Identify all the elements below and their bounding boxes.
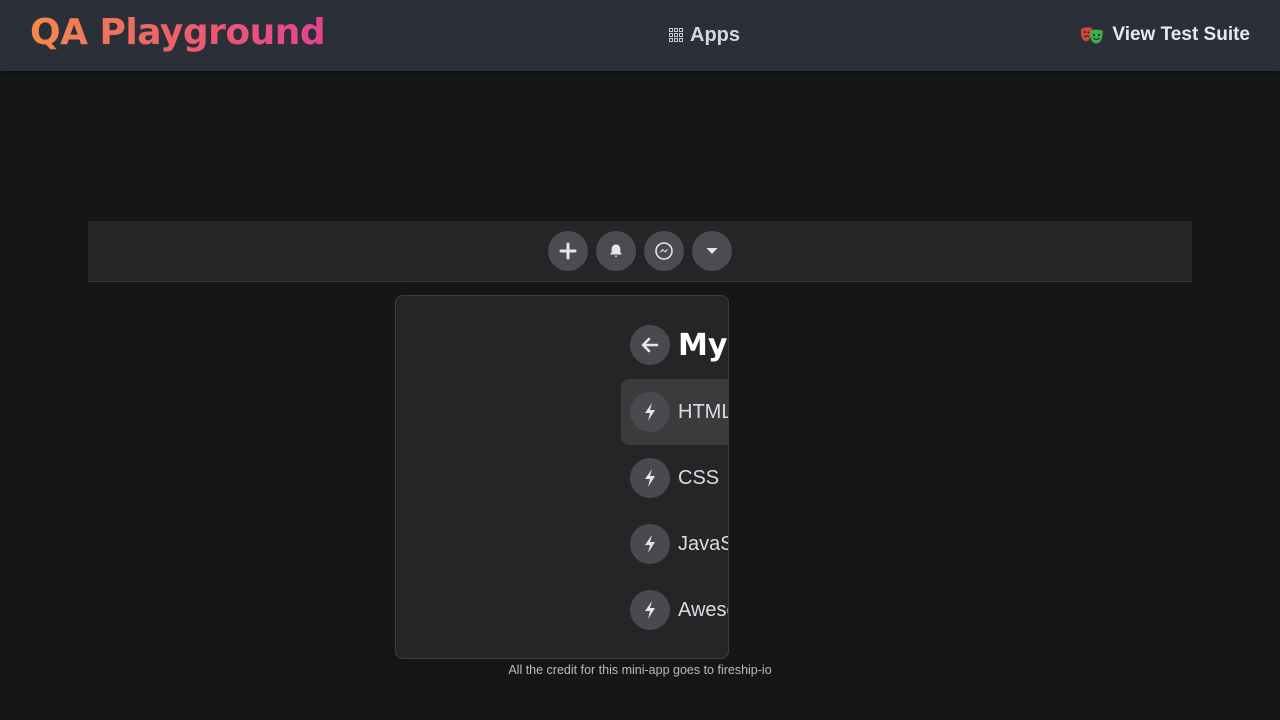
menu-header: My Tutorial	[630, 325, 728, 365]
credit-text: All the credit for this mini-app goes to…	[508, 663, 772, 677]
back-button[interactable]	[630, 325, 670, 365]
bell-icon	[610, 244, 622, 257]
mini-app-navbar	[88, 221, 1192, 282]
apps-label: Apps	[690, 23, 740, 46]
menu-item-label: Awesome!	[678, 598, 728, 621]
view-test-suite-label: View Test Suite	[1112, 24, 1250, 45]
menu-title: My Tutorial	[678, 327, 728, 363]
view-test-suite-link[interactable]: View Test Suite	[1080, 22, 1250, 48]
bolt-icon	[630, 590, 670, 630]
navbar-button-list	[548, 231, 732, 271]
top-navbar: QA Playground Apps View Test Suite	[0, 0, 1280, 71]
theater-masks-icon	[1080, 25, 1104, 45]
plus-icon	[559, 242, 577, 260]
bell-button[interactable]	[596, 231, 636, 271]
plus-button[interactable]	[548, 231, 588, 271]
dropdown-menu: My Tutorial HTML CSS JavaScript Awesome!	[395, 295, 729, 659]
menu-item-label: HTML	[678, 400, 729, 423]
arrow-left-icon	[641, 337, 659, 353]
menu-item-html[interactable]: HTML	[621, 379, 729, 445]
caret-down-icon	[706, 248, 718, 254]
bolt-icon	[630, 458, 670, 498]
bolt-icon	[630, 392, 670, 432]
menu-item-label: JavaScript	[678, 532, 729, 555]
menu-item-awesome[interactable]: Awesome!	[621, 577, 728, 643]
bolt-icon	[630, 524, 670, 564]
apps-link[interactable]: Apps	[669, 22, 740, 48]
brand-logo-link[interactable]: QA Playground	[30, 12, 326, 53]
messenger-icon	[655, 242, 673, 260]
menu-item-label: CSS	[678, 466, 720, 489]
menu-item-css[interactable]: CSS	[621, 445, 728, 511]
messenger-button[interactable]	[644, 231, 684, 271]
grid-icon	[669, 28, 683, 42]
menu-item-javascript[interactable]: JavaScript	[621, 511, 729, 577]
caret-button[interactable]	[692, 231, 732, 271]
